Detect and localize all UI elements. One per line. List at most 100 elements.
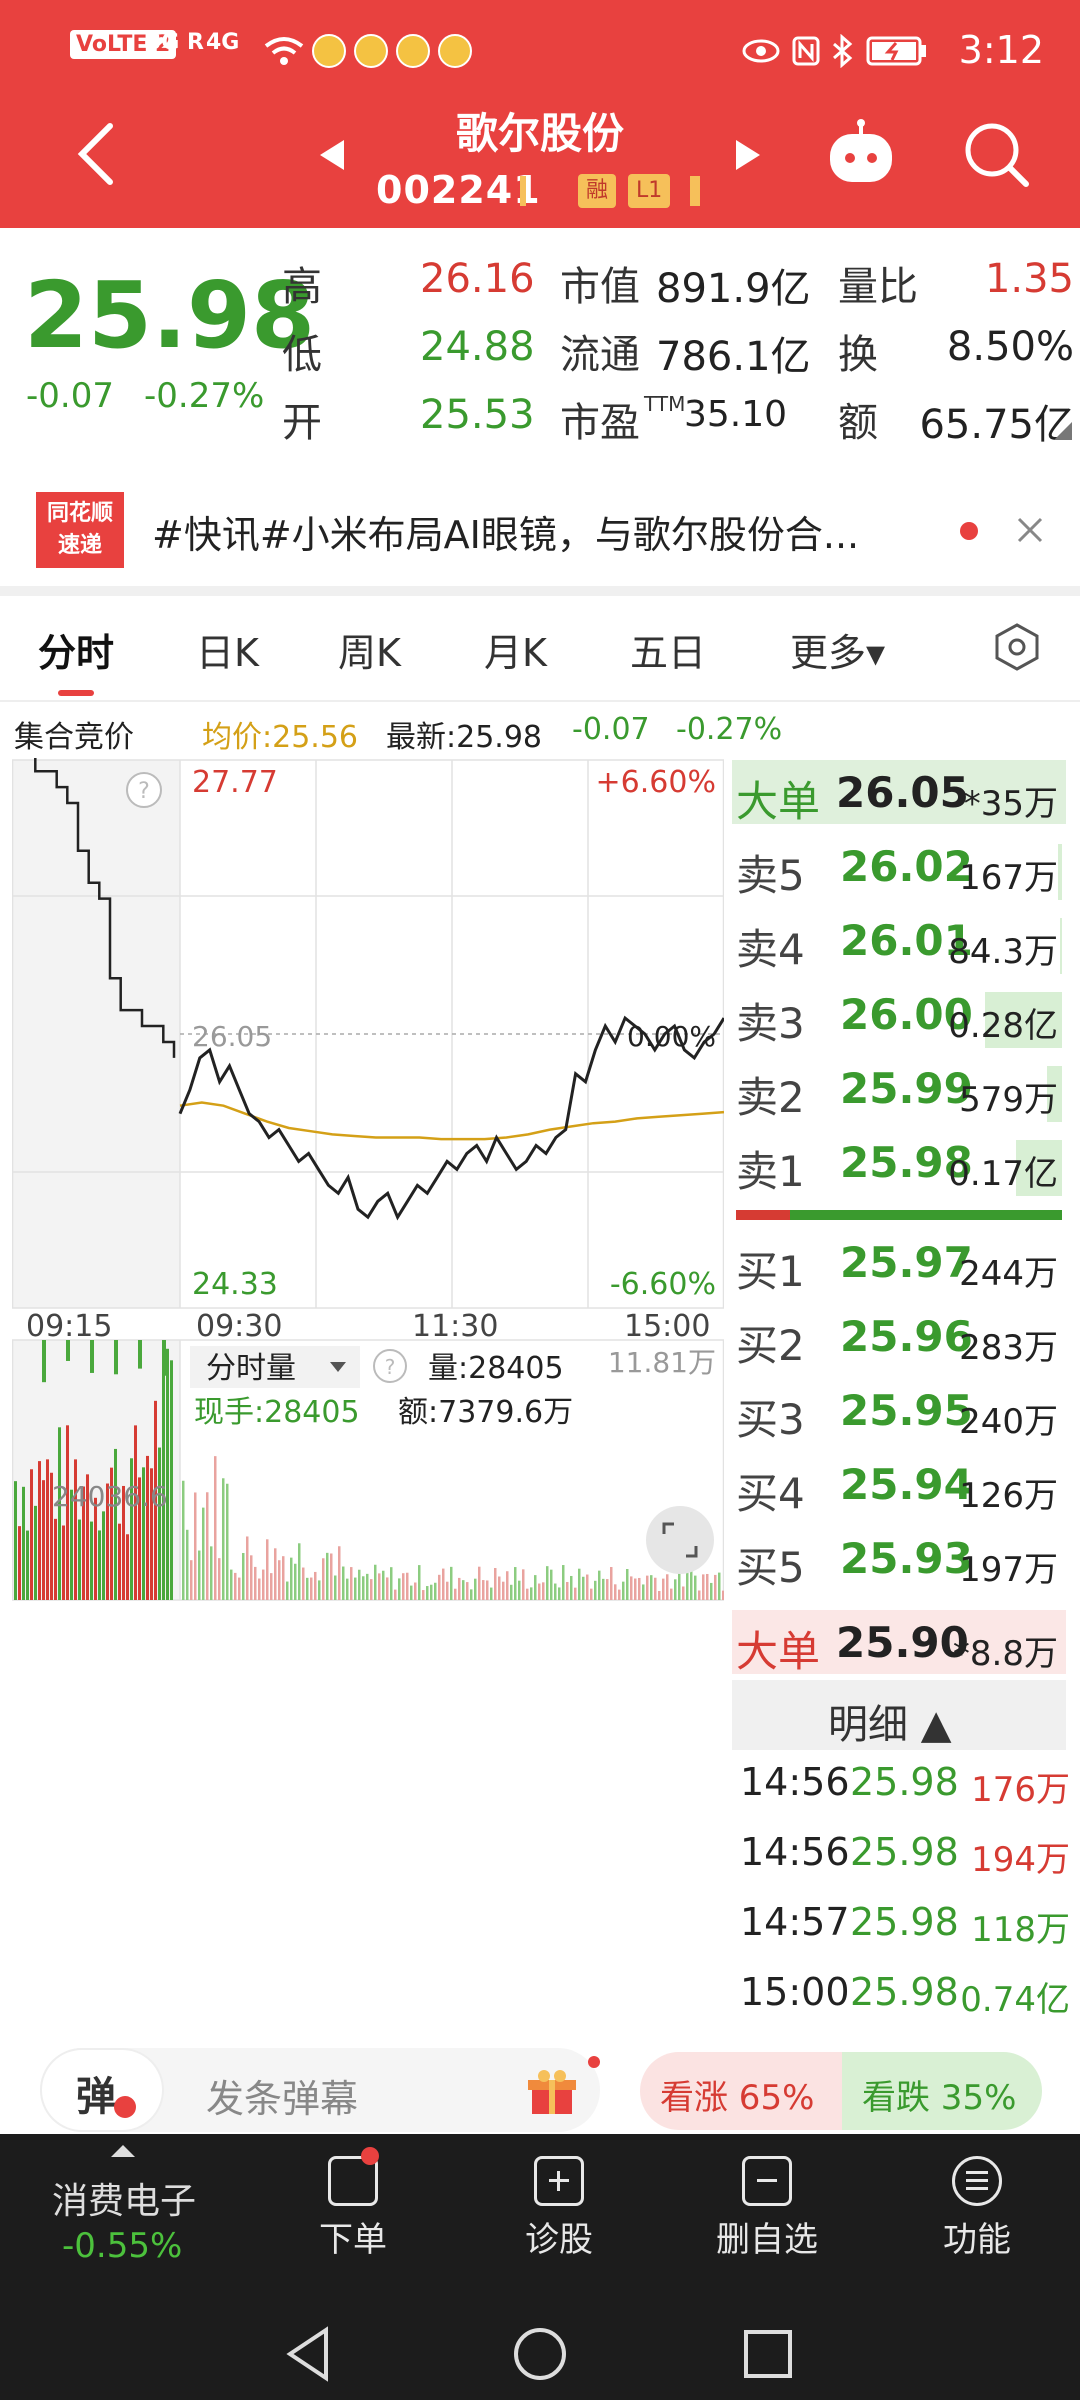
diagnose-button[interactable]: 诊股 [484,2156,634,2261]
intraday-chart[interactable]: ? 27.77 +6.60% 26.05 0.00% 24.33 -6.60% … [12,758,724,1618]
sector-name[interactable]: 消费电子 [52,2172,196,2224]
signal-3g-icon: 3G R [146,30,204,55]
chart-settings-icon[interactable] [992,622,1042,672]
intraday-volume-bar [606,1579,609,1600]
auction-volume-bar [34,1505,37,1600]
sell-level-row[interactable]: 卖2 25.99 579万 [736,1054,1062,1126]
sell-level-row[interactable]: 卖1 25.98 0.17亿 [736,1128,1062,1200]
tab-five-day[interactable]: 五日 [630,622,706,677]
auction-volume-bar [158,1447,161,1600]
intraday-volume-bar [446,1581,449,1600]
auction-volume-bar [118,1523,121,1600]
fullscreen-button[interactable] [646,1506,714,1574]
next-stock-icon[interactable] [734,138,762,172]
intraday-volume-bar [482,1580,485,1600]
sell-level-row[interactable]: 卖5 26.02 167万 [736,832,1062,904]
remove-watchlist-button[interactable]: 删自选 [692,2156,842,2261]
menu-button[interactable]: 功能 [902,2156,1052,2261]
turnover-label: 换 [838,332,878,378]
auction-volume-bar [126,1534,129,1600]
intraday-volume-bar [666,1574,669,1600]
news-logo: 同花顺 速递 [36,492,124,568]
buy-level-row[interactable]: 买3 25.95 240万 [736,1376,1062,1448]
intraday-volume-bar [394,1589,397,1600]
stock-name: 歌尔股份 [455,109,624,158]
order-button[interactable]: 下单 [278,2147,428,2261]
help-icon-glyph: ? [138,779,150,804]
bid-ask-ratio-bar [736,1210,1062,1220]
sell-level-volume: 0.17亿 [948,1154,1058,1194]
danmu-placeholder[interactable]: 发条弹幕 [206,2068,358,2123]
intraday-volume-bar [590,1588,593,1600]
volume-amount-label: 额:7379.6万 [398,1395,573,1430]
nav-back-icon[interactable] [280,2324,340,2384]
news-ticker[interactable]: 同花顺 速递 #快讯#小米布局AI眼镜，与歌尔股份合... [0,470,1080,588]
search-icon[interactable] [962,120,1030,188]
diagnose-icon [534,2156,584,2206]
tab-monthly-k[interactable]: 月K [484,622,547,677]
nav-recents-icon[interactable] [740,2326,796,2382]
intraday-volume-bar [690,1568,693,1600]
trade-time: 14:56 [740,1830,850,1874]
danmu-toggle[interactable]: 弹 [40,2048,164,2132]
volume-max-label: 11.81万 [608,1346,716,1379]
robot-assistant-icon[interactable] [824,118,898,188]
tab-active-indicator [58,690,94,696]
buy-level-row[interactable]: 买4 25.94 126万 [736,1450,1062,1522]
sell-level-row[interactable]: 卖4 26.01 84.3万 [736,906,1062,978]
close-icon[interactable] [1016,516,1044,544]
remove-watchlist-icon [742,2156,792,2206]
intraday-volume-bar [418,1565,421,1600]
trade-time: 15:00 [740,1970,850,2014]
gift-icon[interactable] [526,2066,578,2118]
vote-up-label: 看涨 65% [660,2078,815,2118]
volume-ratio-label: 量比 [838,264,918,310]
trade-volume: 0.74亿 [960,1980,1070,2020]
intraday-volume-bar [186,1529,189,1600]
expand-corner-icon[interactable] [1052,420,1074,442]
status-time: 3:12 [958,28,1044,72]
buy-level-row[interactable]: 买5 25.93 197万 [736,1524,1062,1596]
big-buy-row: 大单 25.90 *8.8万 [736,1608,1062,1680]
sell-level-row[interactable]: 卖3 26.00 0.28亿 [736,980,1062,1052]
tab-intraday[interactable]: 分时 [38,622,114,677]
vote-up-button[interactable]: 看涨 65% [640,2052,852,2130]
auction-volume-bar-top [138,1340,142,1369]
detail-header[interactable]: 明细 ▲ [732,1680,1066,1750]
intraday-volume-bar [430,1584,433,1600]
tab-weekly-k[interactable]: 周K [338,622,401,677]
intraday-volume-bar [374,1564,377,1600]
sector-expand-icon[interactable] [110,2144,136,2158]
intraday-volume-bar [462,1580,465,1600]
big-sell-row: 大单 26.05 *35万 [736,758,1062,830]
intraday-volume-bar [190,1560,193,1600]
buy-level-row[interactable]: 买2 25.96 283万 [736,1302,1062,1374]
tab-daily-k[interactable]: 日K [196,622,259,677]
nfc-icon [792,36,820,66]
intraday-volume-bar [414,1582,417,1600]
vote-down-button[interactable]: 看跌 35% [842,2052,1042,2130]
intraday-volume-bar [570,1575,573,1600]
intraday-volume-bar [694,1575,697,1600]
auction-volume-bar [22,1486,25,1600]
nav-home-icon[interactable] [510,2324,570,2384]
intraday-volume-bar [490,1587,493,1600]
intraday-volume-bar [234,1572,237,1600]
auction-volume-bar [42,1480,45,1600]
intraday-volume-bar [298,1543,301,1600]
buy-level-row[interactable]: 买1 25.97 244万 [736,1228,1062,1300]
danmu-input-bar[interactable]: 弹 发条弹幕 [40,2048,600,2132]
intraday-volume-bar [506,1571,509,1600]
chart-change-pct: -0.27% [676,712,783,747]
danmu-toggle-label: 弹 [76,2074,116,2120]
tab-more[interactable]: 更多▾ [790,622,885,677]
auction-volume-bar-top [42,1340,46,1383]
auction-volume-bar-top [66,1340,70,1361]
news-headline[interactable]: #快讯#小米布局AI眼镜，与歌尔股份合... [152,504,942,559]
auction-volume-bar-top [114,1340,118,1375]
intraday-volume-bar [458,1577,461,1600]
intraday-volume-bar [470,1589,473,1600]
auction-volume-bar [146,1455,149,1600]
intraday-volume-bar [650,1575,653,1600]
intraday-volume-bar [582,1576,585,1600]
